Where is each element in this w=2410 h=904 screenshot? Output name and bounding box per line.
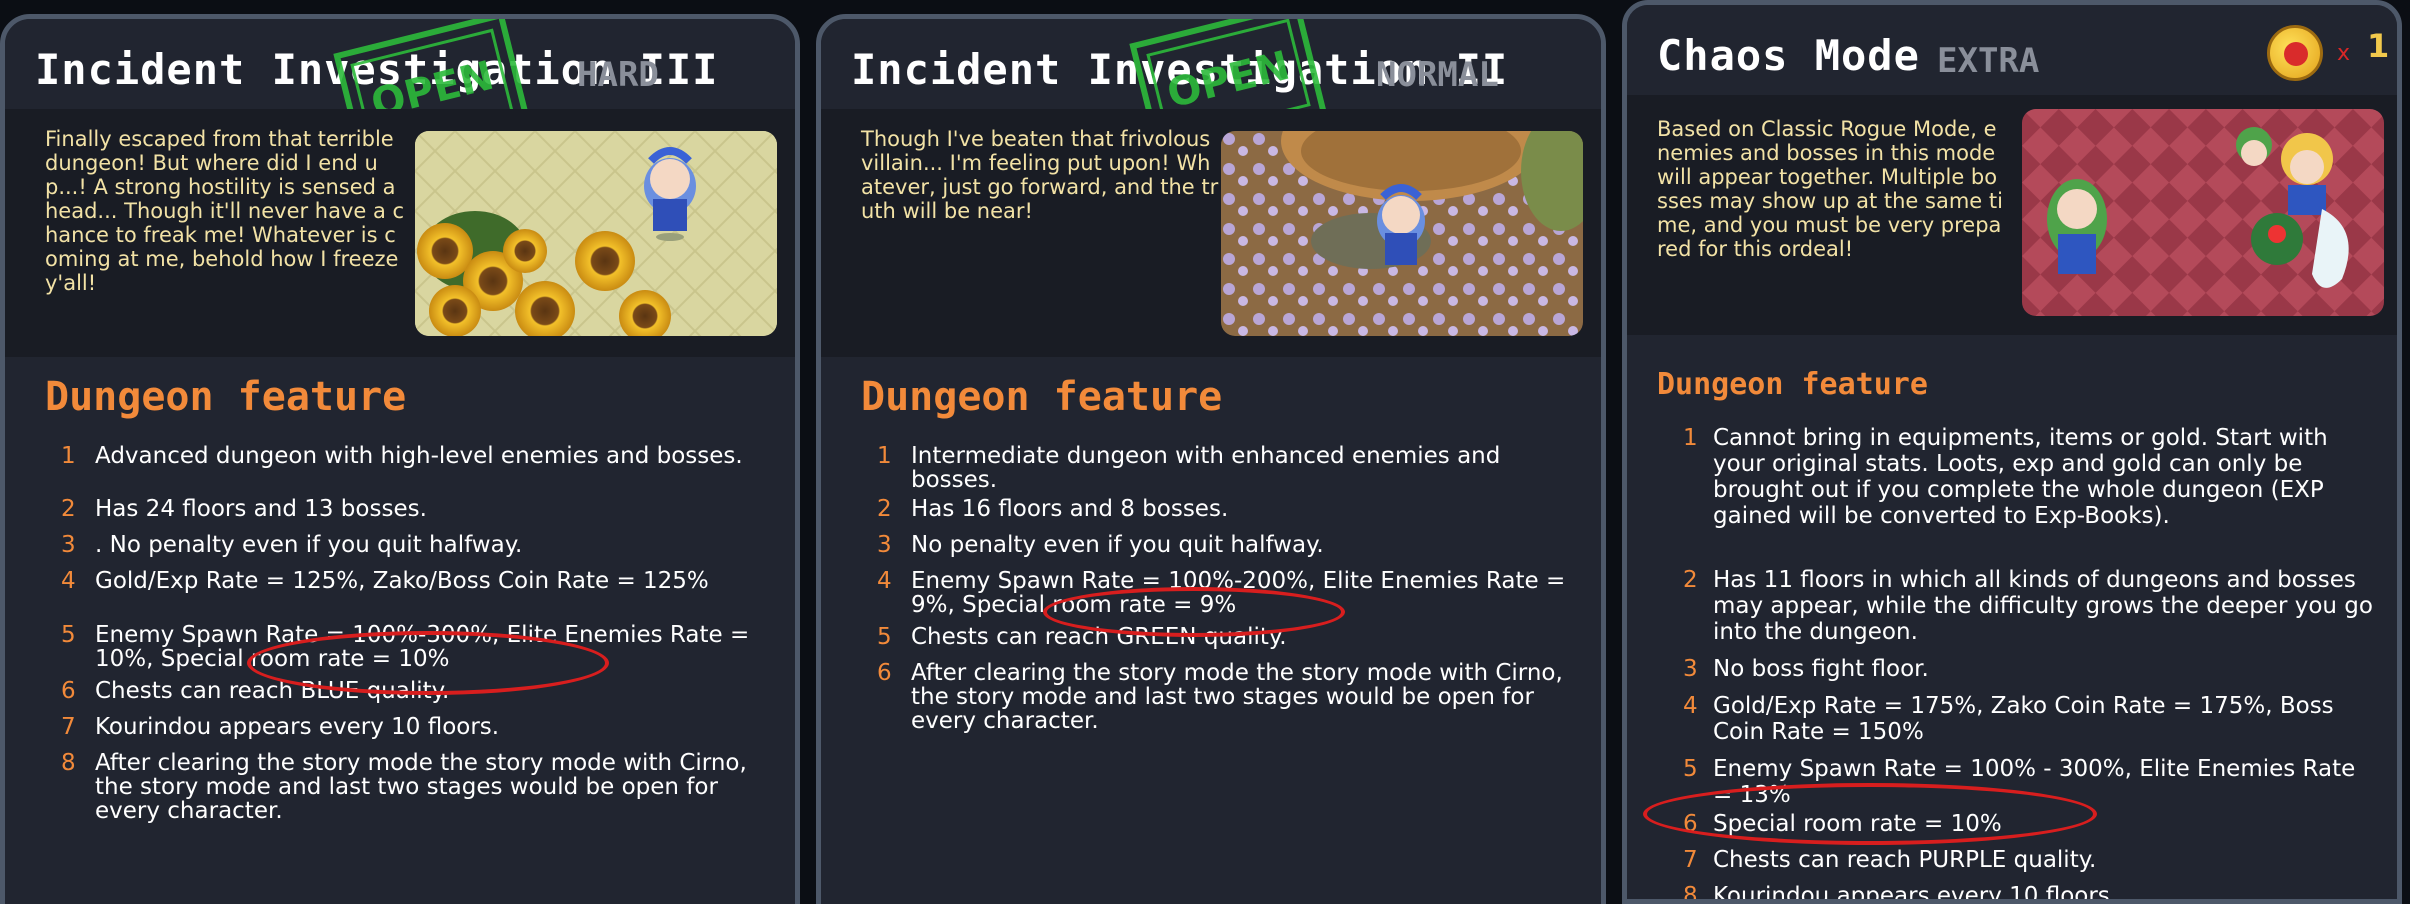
list-item: 4 Enemy Spawn Rate = 100%-200%, Elite Ene… (877, 568, 1566, 618)
dungeon-preview-image (2022, 109, 2384, 316)
coin-multiplier: x (2337, 41, 2351, 66)
intro-text: Based on Classic Rogue Mode, enemies and… (1657, 117, 2003, 261)
list-item: 3 No penalty even if you quit halfway. (877, 532, 1324, 558)
section-title: Dungeon feature (1657, 367, 1928, 402)
list-item: 8 Kourindou appears every 10 floors. (1683, 883, 2118, 904)
coin-icon (2267, 25, 2323, 81)
list-item: 5 Chests can reach GREEN quality. (877, 624, 1287, 650)
list-item: 1 Intermediate dungeon with enhanced enem… (877, 443, 1501, 493)
dungeon-preview-image (1221, 131, 1583, 336)
difficulty-label: HARD (577, 55, 659, 95)
feature-list: 1 Advanced dungeon with high-level enemie… (55, 444, 765, 831)
card-header: Chaos Mode EXTRA x 1 (1627, 5, 2397, 91)
list-item: 1 Cannot bring in equipments, items or go… (1683, 425, 2328, 529)
intro-text: Finally escaped from that terrible dunge… (45, 127, 405, 295)
card-title: Chaos Mode (1657, 31, 1920, 80)
list-item: 3. No penalty even if you quit halfway. (61, 532, 523, 558)
list-item: 2 Has 16 floors and 8 bosses. (877, 496, 1229, 522)
intro-section: Based on Classic Rogue Mode, enemies and… (1627, 95, 2397, 335)
dungeon-card-normal[interactable]: Incident Investigation II NORMAL OPEN Th… (816, 14, 1606, 904)
list-item: 6 After clearing the story mode the story… (877, 660, 1563, 734)
dungeon-card-extra[interactable]: Chaos Mode EXTRA x 1 Based on Classic Ro… (1622, 0, 2402, 904)
section-title: Dungeon feature (861, 374, 1223, 420)
list-item: 7 Kourindou appears every 10 floors. (61, 714, 500, 740)
dungeon-card-hard[interactable]: Incident Investigation III HARD OPEN Fin… (0, 14, 800, 904)
list-item: 4 Gold/Exp Rate = 175%, Zako Coin Rate = … (1683, 693, 2334, 745)
intro-text: Though I've beaten that frivolous villai… (861, 127, 1219, 223)
list-item: 2 Has 11 floors in which all kinds of dun… (1683, 567, 2373, 645)
list-item: 6 Special room rate = 10% (1683, 811, 2002, 837)
list-item: 4 Gold/Exp Rate = 125%, Zako/Boss Coin Ra… (61, 568, 709, 594)
list-item: 5 Enemy Spawn Rate = 100%-300%, Elite Ene… (61, 622, 750, 672)
list-item: 7 Chests can reach PURPLE quality. (1683, 847, 2097, 873)
section-title: Dungeon feature (45, 374, 407, 420)
list-item: 3 No boss fight floor. (1683, 656, 1929, 682)
dungeon-preview-image (415, 131, 777, 336)
list-item: 5 Enemy Spawn Rate = 100% - 300%, Elite E… (1683, 756, 2356, 808)
intro-section: Though I've beaten that frivolous villai… (821, 109, 1601, 357)
difficulty-label: NORMAL (1376, 55, 1499, 95)
list-item: 1 Advanced dungeon with high-level enemie… (61, 443, 743, 469)
list-item: 2 Has 24 floors and 13 bosses. (61, 496, 427, 522)
list-item: 6 Chests can reach BLUE quality. (61, 678, 450, 704)
feature-list: 1 Intermediate dungeon with enhanced enem… (871, 444, 1571, 741)
intro-section: Finally escaped from that terrible dunge… (5, 109, 795, 357)
coin-count: 1 (2367, 27, 2390, 65)
list-item: 8 After clearing the story mode the story… (61, 750, 747, 824)
feature-list: 1 Cannot bring in equipments, items or go… (1661, 425, 2377, 904)
difficulty-label: EXTRA (1937, 41, 2040, 81)
